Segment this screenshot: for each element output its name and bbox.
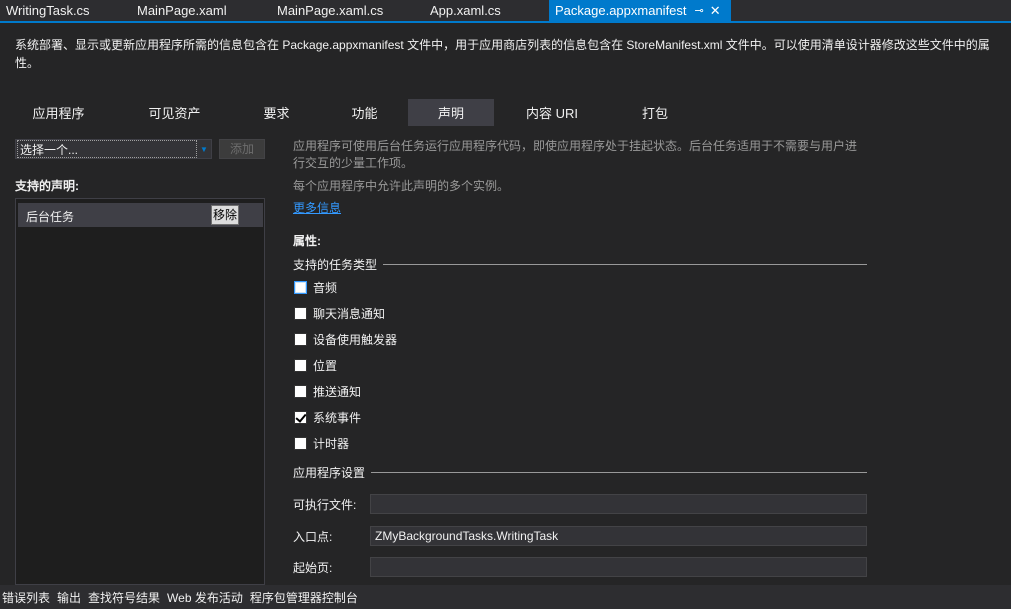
start-page-input[interactable]: [370, 557, 867, 577]
tab-web-publish-activity[interactable]: Web 发布活动: [165, 589, 248, 606]
checkbox-label: 位置: [313, 358, 338, 373]
checkbox-label: 设备使用触发器: [313, 332, 398, 347]
tab-content-uris[interactable]: 内容 URI: [494, 99, 610, 126]
manifest-info-text: 系统部署、显示或更新应用程序所需的信息包含在 Package.appxmanif…: [15, 38, 990, 70]
tab-label: 功能: [351, 106, 378, 121]
divider: [371, 471, 867, 473]
supported-declarations-label: 支持的声明:: [15, 179, 79, 193]
checkbox-label: 音频: [313, 280, 338, 295]
declaration-name: 后台任务: [26, 210, 75, 224]
checkbox-push-notification[interactable]: 推送通知: [294, 383, 361, 399]
doc-tab-label: WritingTask.cs: [6, 3, 90, 18]
checkbox[interactable]: [294, 280, 307, 294]
tab-visual-assets[interactable]: 可见资产: [117, 99, 232, 126]
executable-row: 可执行文件:: [293, 494, 867, 514]
tab-application[interactable]: 应用程序: [0, 99, 117, 126]
checkbox[interactable]: [294, 384, 307, 398]
doc-tab-writingtask[interactable]: WritingTask.cs: [0, 0, 131, 21]
doc-tab-app-xaml-cs[interactable]: App.xaml.cs: [424, 0, 549, 21]
tab-capabilities[interactable]: 功能: [321, 99, 408, 126]
divider: [383, 263, 867, 265]
start-page-row: 起始页:: [293, 557, 867, 577]
tab-requirements[interactable]: 要求: [232, 99, 321, 126]
checkbox-system-event[interactable]: 系统事件: [294, 409, 361, 425]
doc-tab-label: MainPage.xaml: [137, 3, 227, 18]
checkbox-audio[interactable]: 音频: [294, 279, 337, 295]
tab-error-list[interactable]: 错误列表: [0, 589, 55, 606]
doc-tab-label: MainPage.xaml.cs: [277, 3, 384, 18]
tab-label: 声明: [437, 106, 464, 121]
supported-declarations-list[interactable]: 后台任务 移除: [15, 198, 265, 585]
executable-label: 可执行文件:: [293, 497, 357, 512]
checkbox-label: 聊天消息通知: [313, 306, 386, 321]
checkbox[interactable]: [294, 358, 307, 372]
close-icon[interactable]: ✕: [710, 3, 721, 19]
combo-value: 选择一个...: [17, 140, 197, 158]
entry-point-label: 入口点:: [293, 529, 333, 544]
tab-find-symbol-results[interactable]: 查找符号结果: [86, 589, 165, 606]
checkbox[interactable]: [294, 332, 307, 346]
declaration-description: 应用程序可使用后台任务运行应用程序代码，即使应用程序处于挂起状态。后台任务适用于…: [293, 139, 858, 170]
properties-label: 属性:: [293, 234, 321, 248]
task-types-group-header: 支持的任务类型: [293, 256, 867, 272]
doc-tab-label: Package.appxmanifest: [555, 3, 687, 18]
list-item[interactable]: 后台任务 移除: [18, 203, 263, 227]
tab-packaging[interactable]: 打包: [610, 99, 700, 126]
tab-label: 要求: [263, 106, 290, 121]
tool-window-tabs: 错误列表 输出 查找符号结果 Web 发布活动 程序包管理器控制台: [0, 585, 1011, 609]
declarations-left-pane: 选择一个... ▼ 添加 支持的声明: 后台任务 移除: [0, 126, 265, 585]
checkbox-label: 推送通知: [313, 384, 362, 399]
doc-tab-package-appxmanifest[interactable]: Package.appxmanifest ⊸ ✕: [549, 0, 731, 21]
tab-label: 内容 URI: [525, 106, 578, 121]
checkbox[interactable]: [294, 410, 307, 424]
tab-label: 打包: [641, 106, 668, 121]
tab-label: 可见资产: [148, 106, 201, 121]
checkbox-device-use-trigger[interactable]: 设备使用触发器: [294, 331, 397, 347]
group-title: 应用程序设置: [293, 465, 366, 480]
start-page-label: 起始页:: [293, 560, 333, 575]
more-info-link[interactable]: 更多信息: [293, 199, 341, 216]
declaration-properties-pane: 应用程序可使用后台任务运行应用程序代码，即使应用程序处于挂起状态。后台任务适用于…: [280, 126, 1011, 585]
group-title: 支持的任务类型: [293, 257, 378, 272]
document-tab-well: WritingTask.cs MainPage.xaml MainPage.xa…: [0, 0, 1011, 23]
executable-input[interactable]: [370, 494, 867, 514]
tab-declarations[interactable]: 声明: [408, 99, 494, 126]
app-settings-group-header: 应用程序设置: [293, 464, 867, 480]
doc-tab-mainpage-xaml[interactable]: MainPage.xaml: [131, 0, 271, 21]
add-button[interactable]: 添加: [219, 139, 265, 159]
pin-icon[interactable]: ⊸: [695, 4, 704, 17]
doc-tab-mainpage-xaml-cs[interactable]: MainPage.xaml.cs: [271, 0, 424, 21]
checkbox-label: 计时器: [313, 436, 350, 451]
doc-tab-label: App.xaml.cs: [430, 3, 501, 18]
multi-instance-note: 每个应用程序中允许此声明的多个实例。: [293, 179, 510, 193]
tab-label: 应用程序: [32, 106, 85, 121]
designer-section-tabs: 应用程序 可见资产 要求 功能 声明 内容 URI 打包: [0, 99, 1011, 126]
checkbox-location[interactable]: 位置: [294, 357, 337, 373]
tab-output[interactable]: 输出: [55, 589, 86, 606]
checkbox-label: 系统事件: [313, 410, 362, 425]
checkbox-timer[interactable]: 计时器: [294, 435, 349, 451]
tab-package-manager-console[interactable]: 程序包管理器控制台: [248, 589, 363, 606]
chevron-down-icon[interactable]: ▼: [197, 140, 211, 158]
checkbox[interactable]: [294, 306, 307, 320]
declarations-page: 选择一个... ▼ 添加 支持的声明: 后台任务 移除 应用程序可使用后台任务运…: [0, 126, 1011, 585]
available-declarations-combo[interactable]: 选择一个... ▼: [15, 139, 212, 159]
entry-point-input[interactable]: [370, 526, 867, 546]
checkbox-chat-message[interactable]: 聊天消息通知: [294, 305, 385, 321]
entry-point-row: 入口点:: [293, 526, 867, 546]
checkbox[interactable]: [294, 436, 307, 450]
remove-button[interactable]: 移除: [211, 205, 239, 225]
